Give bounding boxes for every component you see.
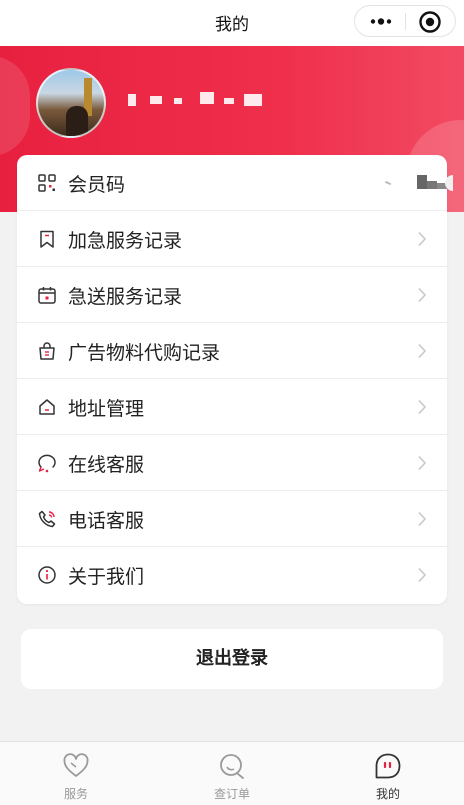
- shopping-bag-icon: [39, 342, 55, 360]
- heart-icon: [63, 753, 89, 777]
- member-code-preview-icon[interactable]: [383, 173, 453, 193]
- mini-program-capsule: [354, 5, 456, 37]
- menu-item-label: 广告物料代购记录: [68, 342, 221, 364]
- bottom-tab-bar: 服务 查订单 我的: [0, 741, 464, 805]
- menu-item-label: 电话客服: [68, 510, 145, 532]
- capsule-divider: [405, 13, 406, 30]
- chevron-right-icon: [418, 455, 427, 471]
- chevron-right-icon: [418, 231, 427, 247]
- menu-item-about-us[interactable]: 关于我们: [17, 547, 447, 603]
- menu-item-member-code[interactable]: 会员码: [17, 155, 453, 211]
- chevron-right-icon: [418, 287, 427, 303]
- menu-item-express-records[interactable]: 急送服务记录: [17, 267, 447, 323]
- phone-icon: [38, 510, 56, 528]
- tab-label: 查订单: [213, 787, 250, 801]
- tab-label: 服务: [63, 787, 88, 801]
- avatar-photo-figure: [66, 106, 88, 136]
- chevron-right-icon: [418, 343, 427, 359]
- menu-item-urgent-records[interactable]: 加急服务记录: [17, 211, 447, 267]
- bookmark-icon: [40, 230, 54, 248]
- chat-bubble-icon: [38, 454, 56, 473]
- avatar[interactable]: [36, 68, 106, 138]
- home-icon: [39, 399, 55, 415]
- profile-face-icon: [375, 753, 401, 779]
- logout-button[interactable]: 退出登录: [21, 629, 443, 689]
- info-icon: [38, 566, 56, 584]
- close-mini-program-icon[interactable]: [418, 10, 442, 34]
- tab-service[interactable]: 服务: [26, 742, 126, 805]
- top-nav-bar: 我的: [0, 0, 464, 46]
- chevron-right-icon: [418, 567, 427, 583]
- menu-item-ad-material-records[interactable]: 广告物料代购记录: [17, 323, 447, 379]
- menu-item-label: 在线客服: [68, 454, 145, 476]
- decor-blob-left: [0, 56, 30, 156]
- more-options-icon[interactable]: [367, 13, 395, 30]
- menu-item-label: 会员码: [68, 174, 126, 196]
- tab-orders[interactable]: 查订单: [182, 742, 282, 805]
- menu-item-online-service[interactable]: 在线客服: [17, 435, 447, 491]
- menu-item-label: 加急服务记录: [68, 230, 183, 252]
- menu-item-label: 急送服务记录: [68, 286, 183, 308]
- tab-label: 我的: [375, 787, 400, 801]
- tab-mine[interactable]: 我的: [338, 742, 438, 805]
- menu-card: 会员码 加急服务记录 急送服务记录 广告物料代购记录 地址管理 在线客服 电话客…: [17, 155, 453, 604]
- chevron-right-icon: [418, 399, 427, 415]
- menu-item-phone-service[interactable]: 电话客服: [17, 491, 447, 547]
- chevron-right-icon: [418, 511, 427, 527]
- menu-item-label: 关于我们: [68, 566, 145, 588]
- search-icon: [220, 754, 244, 779]
- qr-grid-icon: [38, 174, 56, 192]
- calendar-icon: [38, 287, 56, 304]
- username-masked: [128, 92, 268, 106]
- menu-item-address-management[interactable]: 地址管理: [17, 379, 447, 435]
- menu-item-label: 地址管理: [68, 398, 145, 420]
